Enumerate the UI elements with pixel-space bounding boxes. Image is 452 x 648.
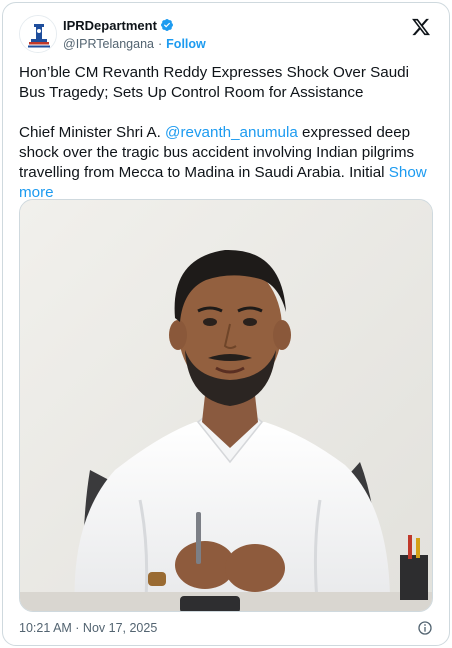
tweet-footer: 10:21 AM · Nov 17, 2025 [19,619,433,637]
tweet-body: Chief Minister Shri A. @revanth_anumula … [19,123,439,203]
tweet-header: IPRDepartment @IPRTelangana · Follow [19,15,435,55]
account-handle[interactable]: @IPRTelangana [63,37,154,51]
account-names: IPRDepartment @IPRTelangana · Follow [63,16,206,52]
follow-button[interactable]: Follow [166,37,206,51]
avatar[interactable] [19,15,57,53]
info-icon[interactable] [417,620,433,636]
display-name[interactable]: IPRDepartment [63,18,157,33]
tweet-headline: Hon’ble CM Revanth Reddy Expresses Shock… [19,64,409,101]
timestamp[interactable]: 10:21 AM · Nov 17, 2025 [19,621,157,635]
tweet-body-prefix: Chief Minister Shri A. [19,124,166,141]
separator-dot: · [158,37,163,51]
telangana-emblem-icon [20,16,56,52]
verified-badge-icon [160,19,173,31]
photo-of-man-in-white-shirt-at-desk [20,200,432,611]
mention-link[interactable]: @revanth_anumula [165,124,298,141]
tweet-text: Hon’ble CM Revanth Reddy Expresses Shock… [19,63,439,203]
x-logo-icon[interactable] [411,17,431,37]
tweet-card: IPRDepartment @IPRTelangana · Follow Hon… [2,2,450,646]
tweet-photo[interactable] [19,199,433,612]
